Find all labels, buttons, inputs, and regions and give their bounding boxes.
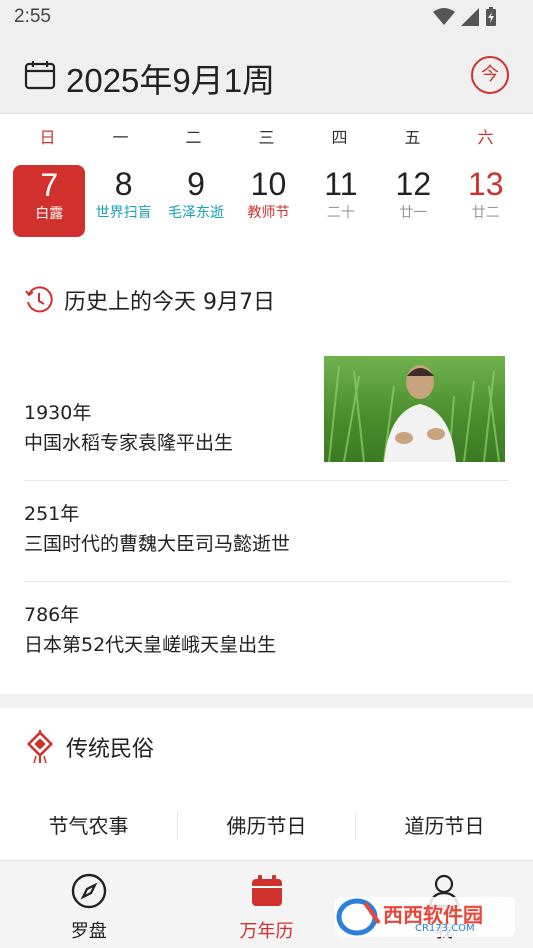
tab-taoist-festivals[interactable]: 道历节日 bbox=[356, 812, 533, 840]
app-header: 2025年9月1周 今 bbox=[0, 36, 533, 114]
nav-label: 罗盘 bbox=[70, 921, 107, 942]
history-year: 251年 bbox=[24, 503, 80, 525]
day-cell[interactable]: 10 教师节 bbox=[232, 164, 304, 238]
history-section-title: 历史上的今天 9月7日 bbox=[64, 290, 275, 315]
day-cell[interactable]: 9 毛泽东逝 bbox=[160, 164, 232, 238]
today-button[interactable]: 今 bbox=[471, 56, 509, 94]
day-cell-selected[interactable]: 7 白露 bbox=[13, 165, 86, 237]
day-number: 10 bbox=[250, 166, 287, 202]
signal-icon bbox=[461, 8, 479, 26]
day-cell[interactable]: 11 二十 bbox=[305, 164, 377, 238]
history-item[interactable]: 251年 三国时代的曹魏大臣司马懿逝世 bbox=[24, 499, 509, 559]
calendar-icon[interactable] bbox=[24, 60, 56, 90]
weekday-label: 一 bbox=[112, 128, 129, 147]
history-year: 786年 bbox=[24, 604, 80, 626]
compass-icon bbox=[71, 873, 107, 909]
nav-label: 万年历 bbox=[239, 921, 294, 942]
nav-compass[interactable]: 罗盘 bbox=[0, 861, 178, 948]
folk-section-header: 传统民俗 bbox=[24, 730, 154, 764]
day-number: 11 bbox=[324, 166, 358, 202]
day-subtitle: 廿二 bbox=[471, 205, 500, 221]
weekday-label: 二 bbox=[185, 128, 202, 147]
history-description: 三国时代的曹魏大臣司马懿逝世 bbox=[24, 533, 291, 555]
weekday-label: 四 bbox=[331, 128, 348, 147]
day-cell[interactable]: 12 廿一 bbox=[377, 164, 449, 238]
tab-buddhist-festivals[interactable]: 佛历节日 bbox=[178, 812, 356, 840]
folk-customs-section: 传统民俗 节气农事 佛历节日 道历节日 bbox=[0, 708, 533, 860]
chinese-knot-icon bbox=[26, 730, 54, 764]
watermark-logo: 西西软件园 CR173.COM bbox=[335, 893, 515, 941]
day-number: 9 bbox=[187, 166, 205, 202]
day-cell[interactable]: 8 世界扫盲 bbox=[87, 164, 159, 238]
week-strip: 日 一 二 三 四 五 六 7 白露 8 世界扫盲 9 毛泽东逝 10 教师节 … bbox=[0, 114, 533, 264]
day-row: 7 白露 8 世界扫盲 9 毛泽东逝 10 教师节 11 二十 12 廿一 13… bbox=[11, 164, 522, 238]
day-subtitle: 二十 bbox=[326, 205, 355, 221]
status-bar: 2:55 bbox=[0, 0, 533, 36]
folk-section-title: 传统民俗 bbox=[66, 737, 155, 762]
weekday-label: 五 bbox=[404, 128, 421, 147]
weekday-headers: 日 一 二 三 四 五 六 bbox=[11, 124, 522, 148]
day-subtitle: 白露 bbox=[35, 206, 64, 222]
day-number: 12 bbox=[395, 166, 432, 202]
watermark-url: CR173.COM bbox=[415, 923, 475, 934]
battery-icon bbox=[486, 7, 496, 26]
calendar-filled-icon bbox=[251, 875, 282, 906]
divider bbox=[24, 581, 509, 582]
history-description: 日本第52代天皇嵯峨天皇出生 bbox=[24, 634, 277, 656]
history-photo bbox=[324, 356, 505, 462]
day-number: 7 bbox=[40, 167, 59, 203]
day-number: 13 bbox=[467, 166, 504, 202]
status-time: 2:55 bbox=[14, 6, 51, 27]
tab-solar-terms[interactable]: 节气农事 bbox=[0, 812, 178, 840]
page-title[interactable]: 2025年9月1周 bbox=[66, 54, 275, 102]
folk-tabs: 节气农事 佛历节日 道历节日 bbox=[0, 812, 533, 840]
day-subtitle: 世界扫盲 bbox=[95, 205, 152, 221]
day-subtitle: 毛泽东逝 bbox=[168, 205, 225, 221]
history-clock-icon bbox=[25, 286, 53, 313]
history-section-header: 历史上的今天 9月7日 bbox=[24, 284, 275, 316]
history-today-section: 历史上的今天 9月7日 1930年 中国水稻专家袁隆平出生 251年 三国时代的… bbox=[0, 264, 533, 694]
weekday-label: 日 bbox=[39, 128, 56, 147]
divider bbox=[24, 480, 509, 481]
status-icons bbox=[433, 7, 497, 27]
day-number: 8 bbox=[114, 166, 133, 202]
history-item[interactable]: 786年 日本第52代天皇嵯峨天皇出生 bbox=[24, 600, 509, 660]
day-subtitle: 廿一 bbox=[399, 205, 428, 221]
day-cell[interactable]: 13 廿二 bbox=[450, 164, 522, 238]
weekday-label: 六 bbox=[477, 128, 494, 147]
weekday-label: 三 bbox=[258, 128, 275, 147]
day-subtitle: 教师节 bbox=[247, 205, 290, 221]
wifi-icon bbox=[433, 8, 455, 25]
nav-calendar[interactable]: 万年历 bbox=[178, 861, 356, 948]
